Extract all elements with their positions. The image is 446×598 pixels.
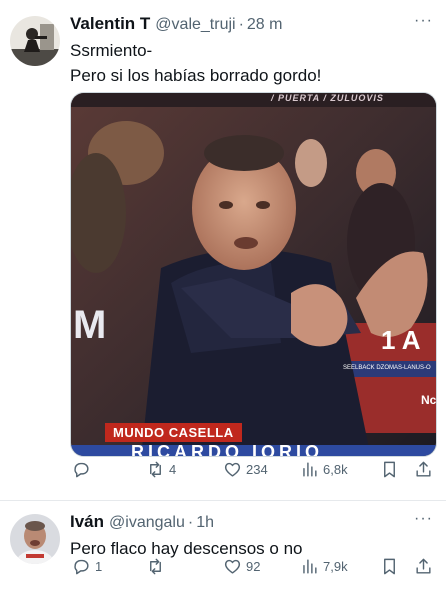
share-button[interactable] [414,460,433,479]
media-strip-text: RICARDO IORIO [131,445,324,457]
views-icon [303,461,317,477]
like-count: 234 [246,461,268,477]
views-icon [303,558,317,574]
user-handle[interactable]: @ivangalu [109,514,185,532]
bookmark-button[interactable] [380,460,399,479]
separator-dot: · [187,514,194,531]
media-caption: MUNDO CASELLA [105,423,242,442]
heart-icon [224,462,241,477]
separator-dot: · [238,16,244,33]
retweet-button[interactable]: 4 [146,460,176,479]
like-button[interactable]: 234 [223,460,268,479]
media-corner-text: Nc [421,393,437,407]
tweet-2[interactable]: Iván @ivangalu · 1h ··· Pero flaco hay d… [0,500,446,598]
like-button[interactable]: 92 [223,557,260,576]
user-name[interactable]: Iván [70,512,104,532]
views-button[interactable]: 6,8k [300,460,348,479]
share-icon [416,461,431,477]
views-count: 6,8k [323,461,348,477]
tweet-text: Ssrmiento- Pero si los habías borrado go… [70,38,321,88]
views-count: 7,9k [323,558,348,574]
more-options-icon[interactable]: ··· [414,510,433,528]
user-name[interactable]: Valentin T [70,14,150,34]
more-options-icon[interactable]: ··· [414,12,433,30]
tweet-media-image[interactable]: / PUERTA / ZULUOVIS M 1 A SEELBACK DZOMA… [70,92,437,457]
share-button[interactable] [414,557,433,576]
user-avatar[interactable] [10,16,60,66]
retweet-icon [150,461,161,477]
bookmark-icon [384,461,395,477]
user-handle[interactable]: @vale_truji [155,16,235,34]
bookmark-button[interactable] [380,557,399,576]
media-red-banner: 1 A [381,325,421,355]
tweet-text-line: Pero si los habías borrado gordo! [70,66,322,85]
media-side-letter: M [73,303,107,347]
media-top-banner: / PUERTA / ZULUOVIS [271,93,384,103]
views-button[interactable]: 7,9k [300,557,348,576]
heart-icon [224,559,241,574]
retweet-count: 4 [169,461,177,477]
tweet-text-line: Pero flaco hay descensos o no [70,539,303,558]
timestamp[interactable]: 28 m [247,16,283,34]
tweet-text-line: Ssrmiento- [70,41,153,60]
reply-icon [74,462,89,477]
user-avatar[interactable] [10,514,60,564]
reply-button[interactable] [72,460,95,479]
reply-count: 1 [95,558,103,574]
reply-button[interactable]: 1 [72,557,102,576]
like-count: 92 [246,558,261,574]
tweet-1[interactable]: Valentin T @vale_truji · 28 m ··· Ssrmie… [0,0,446,500]
reply-icon [74,559,89,574]
tweet-text: Pero flaco hay descensos o no [70,536,302,561]
bookmark-icon [384,558,395,574]
share-icon [416,558,431,574]
timestamp[interactable]: 1h [196,514,214,532]
media-photo [71,93,436,456]
media-ticker: SEELBACK DZOMAS-LANUS-O [343,365,431,371]
retweet-button[interactable] [146,557,169,576]
media-strip: RICARDO IORIO [71,445,436,457]
retweet-icon [150,558,161,574]
